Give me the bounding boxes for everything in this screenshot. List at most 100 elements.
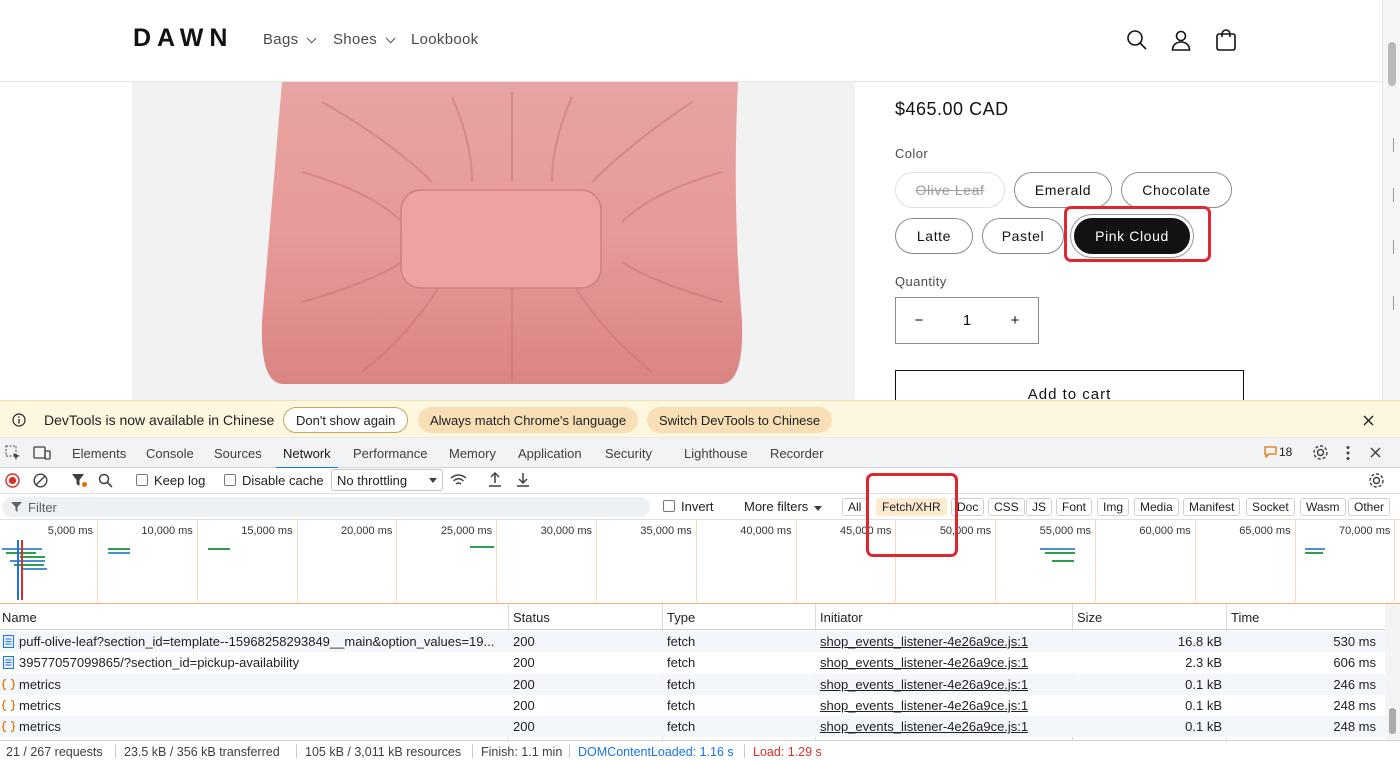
color-option-emerald[interactable]: Emerald — [1014, 172, 1112, 208]
table-scrollbar[interactable] — [1385, 604, 1400, 740]
filter-input[interactable]: Filter — [2, 497, 650, 517]
color-option-olive-leaf[interactable]: Olive Leaf — [895, 172, 1005, 208]
tab-memory[interactable]: Memory — [449, 446, 496, 461]
type-filter-js[interactable]: JS — [1026, 498, 1053, 516]
type-filter-other[interactable]: Other — [1348, 498, 1391, 516]
request-status: 200 — [513, 697, 535, 713]
cart-icon[interactable] — [1214, 28, 1238, 52]
table-row[interactable]: metrics 200 fetch shop_events_listener-4e26… — [0, 716, 1385, 738]
tab-security[interactable]: Security — [605, 446, 652, 461]
type-filter-socket[interactable]: Socket — [1246, 498, 1295, 516]
nav-lookbook[interactable]: Lookbook — [411, 31, 478, 48]
type-filter-doc[interactable]: Doc — [951, 498, 985, 516]
inspect-element-icon[interactable] — [5, 445, 21, 461]
color-option-pastel[interactable]: Pastel — [982, 218, 1064, 254]
filter-funnel-icon[interactable] — [71, 473, 87, 488]
request-initiator-link[interactable]: shop_events_listener-4e26a9ce.js:1 — [820, 698, 1028, 713]
color-option-pink-cloud[interactable]: Pink Cloud — [1074, 218, 1190, 254]
network-conditions-icon[interactable] — [450, 473, 467, 487]
request-initiator-link[interactable]: shop_events_listener-4e26a9ce.js:1 — [820, 655, 1028, 670]
column-status[interactable]: Status — [513, 610, 550, 625]
timeline-tick-label: 40,000 ms — [740, 525, 792, 537]
tab-console[interactable]: Console — [146, 446, 194, 461]
invert-checkbox[interactable] — [663, 500, 675, 512]
column-type[interactable]: Type — [667, 610, 695, 625]
type-filter-fetch-xhr[interactable]: Fetch/XHR — [876, 498, 947, 516]
table-scrollbar-thumb[interactable] — [1389, 708, 1396, 734]
column-initiator[interactable]: Initiator — [820, 610, 863, 625]
tab-elements[interactable]: Elements — [72, 446, 126, 461]
tab-application[interactable]: Application — [518, 446, 582, 461]
issues-counter[interactable]: 18 — [1264, 445, 1292, 459]
settings-gear-icon[interactable] — [1312, 444, 1329, 461]
tab-recorder[interactable]: Recorder — [770, 446, 823, 461]
dropdown-arrow-icon — [814, 506, 823, 511]
more-options-icon[interactable] — [1346, 445, 1350, 461]
close-icon[interactable] — [1363, 415, 1374, 426]
product-image[interactable] — [132, 82, 855, 400]
edge-marker — [1393, 240, 1400, 254]
network-toolbar: Keep log Disable cache No throttling — [0, 468, 1400, 494]
type-filter-img[interactable]: Img — [1097, 498, 1130, 516]
search-network-icon[interactable] — [98, 473, 113, 488]
request-size: 0.1 kB — [1185, 719, 1222, 735]
column-name[interactable]: Name — [2, 610, 37, 625]
column-time[interactable]: Time — [1231, 610, 1259, 625]
search-icon[interactable] — [1125, 28, 1149, 52]
type-filter-css[interactable]: CSS — [988, 498, 1025, 516]
nav-shoes[interactable]: Shoes — [333, 31, 396, 48]
fetch-icon — [2, 699, 15, 711]
request-initiator-link[interactable]: shop_events_listener-4e26a9ce.js:1 — [820, 677, 1028, 692]
type-filter-manifest[interactable]: Manifest — [1183, 498, 1241, 516]
throttling-select[interactable]: No throttling — [331, 469, 443, 491]
nav-bags[interactable]: Bags — [263, 31, 317, 48]
import-har-icon[interactable] — [488, 472, 502, 487]
network-settings-icon[interactable] — [1368, 472, 1385, 489]
edge-marker — [1393, 138, 1400, 152]
device-toolbar-icon[interactable] — [33, 445, 51, 461]
dont-show-again-button[interactable]: Don't show again — [283, 407, 409, 433]
export-har-icon[interactable] — [516, 472, 530, 487]
column-size[interactable]: Size — [1077, 610, 1102, 625]
color-option-latte[interactable]: Latte — [895, 218, 973, 254]
timeline-request-bar — [22, 568, 47, 570]
table-row[interactable]: metrics 200 fetch shop_events_listener-4e26… — [0, 673, 1385, 695]
tab-performance[interactable]: Performance — [353, 446, 427, 461]
tab-network[interactable]: Network — [276, 446, 338, 469]
scrollbar-thumb[interactable] — [1388, 42, 1396, 86]
type-filter-all[interactable]: All — [842, 498, 868, 516]
record-stop-icon[interactable] — [5, 473, 20, 488]
color-option-chocolate[interactable]: Chocolate — [1121, 172, 1232, 208]
add-to-cart-button[interactable]: Add to cart — [895, 370, 1244, 400]
quantity-decrease-button[interactable]: − — [908, 312, 930, 329]
quantity-increase-button[interactable]: + — [1004, 312, 1026, 329]
more-filters-dropdown[interactable]: More filters — [744, 499, 823, 514]
tab-lighthouse[interactable]: Lighthouse — [684, 446, 748, 461]
fetch-icon — [2, 678, 15, 690]
account-icon[interactable] — [1169, 28, 1193, 52]
request-size: 0.1 kB — [1185, 676, 1222, 692]
filter-icon — [11, 502, 22, 512]
timeline-tick-label: 55,000 ms — [1039, 525, 1091, 537]
type-filter-font[interactable]: Font — [1056, 498, 1093, 516]
type-filter-wasm[interactable]: Wasm — [1300, 498, 1346, 516]
close-devtools-icon[interactable] — [1370, 447, 1381, 458]
request-initiator-link[interactable]: shop_events_listener-4e26a9ce.js:1 — [820, 634, 1028, 649]
tab-sources[interactable]: Sources — [214, 446, 262, 461]
keep-log-checkbox[interactable] — [136, 474, 148, 486]
switch-to-chinese-button[interactable]: Switch DevTools to Chinese — [647, 407, 833, 433]
table-row[interactable]: 39577057099865/?section_id=pickup-availa… — [0, 652, 1385, 674]
network-overview-timeline[interactable]: 5,000 ms 10,000 ms 15,000 ms 20,000 ms 25,00… — [0, 520, 1400, 604]
request-initiator-link[interactable]: shop_events_listener-4e26a9ce.js:1 — [820, 719, 1028, 734]
table-row[interactable]: puff-olive-leaf?section_id=template--159… — [0, 631, 1385, 652]
always-match-language-button[interactable]: Always match Chrome's language — [418, 407, 639, 433]
table-row[interactable]: metrics 200 fetch shop_events_listener-4e26… — [0, 694, 1385, 716]
quantity-value[interactable]: 1 — [956, 312, 978, 329]
type-filter-media[interactable]: Media — [1134, 498, 1179, 516]
clear-icon[interactable] — [33, 473, 48, 488]
timeline-gridline — [496, 520, 498, 602]
request-size: 16.8 kB — [1177, 634, 1222, 649]
disable-cache-checkbox[interactable] — [224, 474, 236, 486]
store-logo[interactable]: DAWN — [133, 24, 233, 53]
timeline-request-bar — [1045, 552, 1075, 554]
